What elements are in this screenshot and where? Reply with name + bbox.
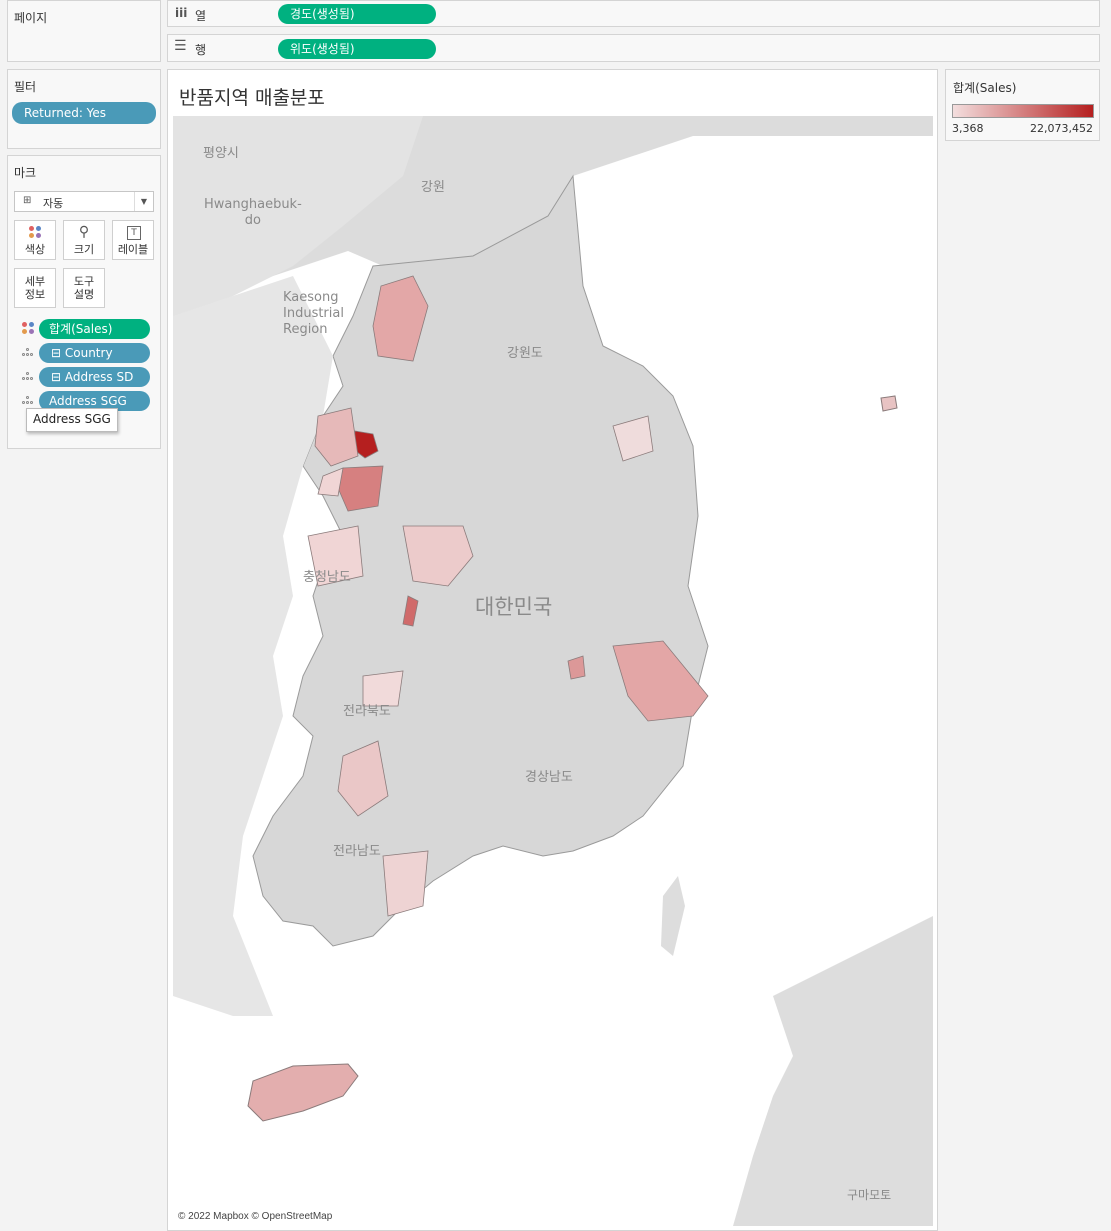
label-button[interactable]: T 레이블	[112, 220, 154, 260]
tooltip-button-label: 도구 설명	[73, 275, 95, 301]
map-icon: ⊞	[23, 195, 32, 206]
legend-title: 합계(Sales)	[953, 81, 1017, 95]
ulleungdo	[880, 395, 898, 412]
size-icon: ⚲	[78, 224, 90, 240]
map-label-gangwon: 강원도	[507, 346, 543, 361]
region-jeonnam-a	[382, 850, 429, 917]
map[interactable]: 평양시 강원 Hwanghaebuk- do Kaesong Industria…	[173, 116, 933, 1226]
marks-card[interactable]: 마크 ⊞ 자동 ▼ 색상 ⚲ 크기 T 레이블 세부 정보 도구 설명 합계(S…	[7, 155, 161, 449]
detail-button[interactable]: 세부 정보	[14, 268, 56, 308]
columns-shelf-label: 열	[195, 9, 207, 23]
jeju-island	[247, 1063, 359, 1122]
latitude-pill[interactable]: 위도(생성됨)	[278, 39, 436, 59]
region-hwaseong	[337, 465, 384, 512]
columns-icon: iii	[175, 6, 188, 20]
tsushima	[661, 876, 685, 956]
color-button[interactable]: 색상	[14, 220, 56, 260]
rows-shelf-label: 행	[195, 43, 207, 57]
pages-shelf-label: 페이지	[14, 11, 48, 25]
map-label-korea: 대한민국	[475, 595, 553, 619]
detail-dots-icon	[22, 396, 36, 406]
map-label-gyeongnam: 경상남도	[525, 770, 573, 785]
mark-type-value: 자동	[43, 197, 64, 210]
map-label-jeonnam: 전라남도	[333, 844, 381, 859]
columns-shelf[interactable]: iii 열 경도(생성됨)	[167, 0, 1100, 27]
legend-min: 3,368	[952, 122, 984, 135]
mark-field-address-sd[interactable]: ⊟ Address SD	[39, 367, 150, 387]
map-label-kaesong: Kaesong Industrial Region	[283, 290, 344, 337]
tooltip-button[interactable]: 도구 설명	[63, 268, 105, 308]
label-button-label: 레이블	[117, 243, 149, 256]
color-dots-icon	[29, 226, 43, 240]
detail-button-label: 세부 정보	[24, 275, 46, 301]
filters-label: 필터	[14, 80, 37, 94]
chevron-down-icon[interactable]: ▼	[134, 192, 153, 211]
longitude-pill[interactable]: 경도(생성됨)	[278, 4, 436, 24]
map-label-chungnam: 충청남도	[303, 570, 351, 585]
filters-card[interactable]: 필터 Returned: Yes	[7, 69, 161, 149]
view-title: 반품지역 매출분포	[179, 87, 325, 109]
japan-land	[733, 916, 933, 1226]
color-button-label: 색상	[24, 243, 46, 256]
map-label-hwanghaebuk: Hwanghaebuk- do	[204, 197, 302, 228]
marks-label: 마크	[14, 166, 37, 180]
color-legend[interactable]: 합계(Sales) 3,368 22,073,452	[945, 69, 1100, 141]
map-label-kumamoto: 구마모토	[847, 1188, 892, 1202]
map-label-pyongyang: 평양시	[203, 146, 239, 161]
map-label-jeonbuk: 전라북도	[343, 704, 391, 719]
detail-dots-icon	[22, 372, 36, 382]
map-label-gangwon-nk: 강원	[421, 180, 445, 195]
drag-tooltip: Address SGG	[26, 408, 118, 432]
filter-returned-pill[interactable]: Returned: Yes	[12, 102, 156, 124]
mark-field-country[interactable]: ⊟ Country	[39, 343, 150, 363]
size-button-label: 크기	[73, 243, 95, 256]
mark-type-dropdown[interactable]: ⊞ 자동 ▼	[14, 191, 154, 212]
label-icon: T	[127, 226, 141, 240]
mark-field-sales[interactable]: 합계(Sales)	[39, 319, 150, 339]
rows-shelf[interactable]: ☰ 행 위도(생성됨)	[167, 34, 1100, 62]
legend-max: 22,073,452	[1030, 122, 1093, 135]
map-svg[interactable]	[173, 116, 933, 1226]
rows-icon: ☰	[174, 38, 187, 54]
color-dots-icon	[22, 322, 36, 336]
size-button[interactable]: ⚲ 크기	[63, 220, 105, 260]
detail-dots-icon	[22, 348, 36, 358]
pages-shelf[interactable]: 페이지	[7, 0, 161, 62]
map-attribution[interactable]: © 2022 Mapbox © OpenStreetMap	[178, 1211, 332, 1222]
legend-gradient	[952, 104, 1094, 118]
